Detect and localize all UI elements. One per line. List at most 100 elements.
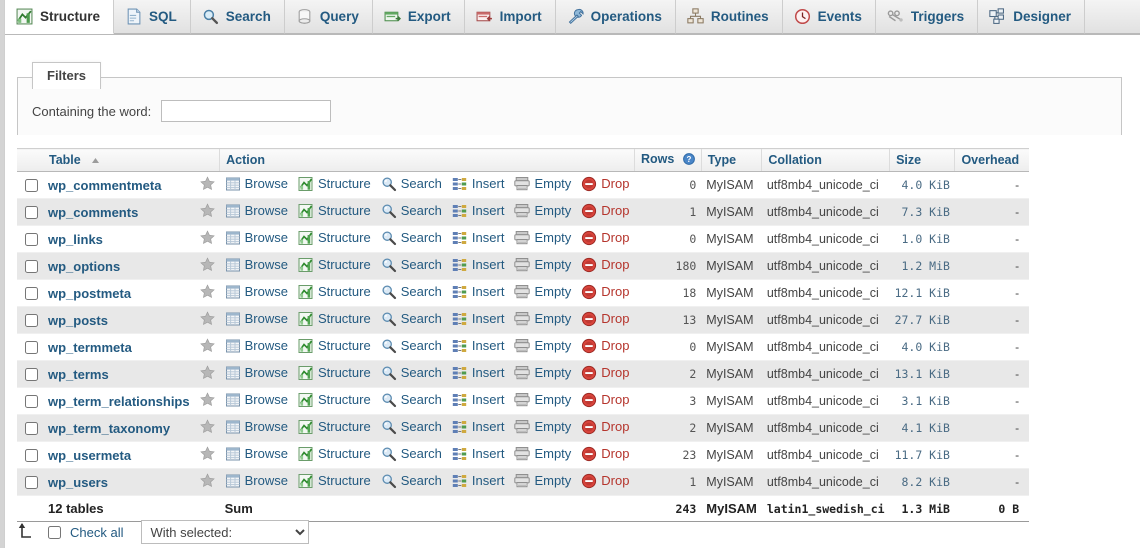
action-structure-link[interactable]: Structure	[298, 392, 371, 408]
table-name-link[interactable]: wp_links	[48, 232, 103, 247]
row-select-checkbox[interactable]	[25, 341, 38, 355]
action-empty-link[interactable]: Empty	[514, 392, 571, 408]
action-search-link[interactable]: Search	[381, 230, 442, 246]
action-insert-link[interactable]: Insert	[452, 311, 504, 327]
star-icon[interactable]	[199, 230, 215, 248]
action-drop-link[interactable]: Drop	[581, 311, 629, 327]
action-drop-link[interactable]: Drop	[581, 365, 629, 381]
action-search-link[interactable]: Search	[381, 284, 442, 300]
tab-operations[interactable]: Operations	[555, 0, 676, 34]
action-insert-link[interactable]: Insert	[452, 284, 504, 300]
action-search-link[interactable]: Search	[381, 446, 442, 462]
table-name-link[interactable]: wp_term_taxonomy	[48, 421, 170, 436]
action-browse-link[interactable]: Browse	[225, 392, 288, 408]
tab-routines[interactable]: Routines	[675, 0, 783, 34]
action-insert-link[interactable]: Insert	[452, 257, 504, 273]
tab-structure[interactable]: Structure	[5, 0, 115, 34]
action-structure-link[interactable]: Structure	[298, 203, 371, 219]
action-search-link[interactable]: Search	[381, 203, 442, 219]
action-browse-link[interactable]: Browse	[225, 230, 288, 246]
action-empty-link[interactable]: Empty	[514, 473, 571, 489]
row-select-checkbox[interactable]	[25, 260, 38, 274]
tab-events[interactable]: Events	[782, 0, 876, 34]
table-name-link[interactable]: wp_usermeta	[48, 448, 131, 463]
row-select-checkbox[interactable]	[25, 476, 38, 490]
action-structure-link[interactable]: Structure	[298, 365, 371, 381]
star-icon[interactable]	[199, 473, 215, 491]
table-name-link[interactable]: wp_commentmeta	[48, 178, 161, 193]
action-browse-link[interactable]: Browse	[225, 473, 288, 489]
star-icon[interactable]	[199, 284, 215, 302]
star-icon[interactable]	[199, 176, 215, 194]
with-selected-select[interactable]: With selected:	[141, 520, 310, 544]
action-insert-link[interactable]: Insert	[452, 365, 504, 381]
row-select-checkbox[interactable]	[25, 395, 38, 409]
action-search-link[interactable]: Search	[381, 392, 442, 408]
action-insert-link[interactable]: Insert	[452, 419, 504, 435]
table-name-link[interactable]: wp_posts	[48, 313, 108, 328]
action-empty-link[interactable]: Empty	[514, 446, 571, 462]
action-search-link[interactable]: Search	[381, 419, 442, 435]
action-insert-link[interactable]: Insert	[452, 473, 504, 489]
table-name-link[interactable]: wp_comments	[48, 205, 138, 220]
header-table[interactable]: Table	[43, 148, 195, 172]
tab-query[interactable]: Query	[284, 0, 373, 34]
row-select-checkbox[interactable]	[25, 179, 38, 193]
table-name-link[interactable]: wp_termmeta	[48, 340, 132, 355]
action-structure-link[interactable]: Structure	[298, 338, 371, 354]
header-rows[interactable]: Rows ?	[633, 148, 702, 172]
action-drop-link[interactable]: Drop	[581, 284, 629, 300]
action-search-link[interactable]: Search	[381, 311, 442, 327]
star-icon[interactable]	[199, 257, 215, 275]
action-drop-link[interactable]: Drop	[581, 446, 629, 462]
check-all-label[interactable]: Check all	[70, 525, 123, 540]
action-search-link[interactable]: Search	[381, 257, 442, 273]
action-browse-link[interactable]: Browse	[225, 311, 288, 327]
action-drop-link[interactable]: Drop	[581, 419, 629, 435]
containing-word-input[interactable]	[161, 100, 332, 122]
action-insert-link[interactable]: Insert	[452, 338, 504, 354]
tab-triggers[interactable]: Triggers	[875, 0, 979, 34]
action-browse-link[interactable]: Browse	[225, 257, 288, 273]
check-all-checkbox[interactable]	[48, 525, 61, 539]
action-empty-link[interactable]: Empty	[514, 338, 571, 354]
header-overhead[interactable]: Overhead	[954, 148, 1030, 172]
action-browse-link[interactable]: Browse	[225, 176, 288, 192]
action-insert-link[interactable]: Insert	[452, 446, 504, 462]
tab-designer[interactable]: Designer	[978, 0, 1085, 34]
row-select-checkbox[interactable]	[25, 368, 38, 382]
action-browse-link[interactable]: Browse	[225, 419, 288, 435]
action-search-link[interactable]: Search	[381, 473, 442, 489]
action-empty-link[interactable]: Empty	[514, 176, 571, 192]
tab-search[interactable]: Search	[190, 0, 285, 34]
table-name-link[interactable]: wp_terms	[48, 367, 109, 382]
star-icon[interactable]	[199, 392, 215, 410]
action-empty-link[interactable]: Empty	[514, 365, 571, 381]
action-structure-link[interactable]: Structure	[298, 473, 371, 489]
action-structure-link[interactable]: Structure	[298, 446, 371, 462]
action-empty-link[interactable]: Empty	[514, 203, 571, 219]
row-select-checkbox[interactable]	[25, 233, 38, 247]
action-drop-link[interactable]: Drop	[581, 230, 629, 246]
row-select-checkbox[interactable]	[25, 314, 38, 328]
action-structure-link[interactable]: Structure	[298, 284, 371, 300]
star-icon[interactable]	[199, 419, 215, 437]
action-drop-link[interactable]: Drop	[581, 257, 629, 273]
action-search-link[interactable]: Search	[381, 365, 442, 381]
tab-sql[interactable]: SQL	[114, 0, 191, 34]
row-select-checkbox[interactable]	[25, 287, 38, 301]
table-name-link[interactable]: wp_users	[48, 475, 108, 490]
table-name-link[interactable]: wp_term_relationships	[48, 394, 190, 409]
action-drop-link[interactable]: Drop	[581, 176, 629, 192]
row-select-checkbox[interactable]	[25, 449, 38, 463]
rows-help-icon[interactable]: ?	[682, 153, 695, 168]
tab-export[interactable]: Export	[372, 0, 465, 34]
action-empty-link[interactable]: Empty	[514, 230, 571, 246]
action-search-link[interactable]: Search	[381, 338, 442, 354]
action-structure-link[interactable]: Structure	[298, 176, 371, 192]
row-select-checkbox[interactable]	[25, 422, 38, 436]
header-collation[interactable]: Collation	[761, 148, 890, 172]
action-drop-link[interactable]: Drop	[581, 392, 629, 408]
action-structure-link[interactable]: Structure	[298, 419, 371, 435]
action-search-link[interactable]: Search	[381, 176, 442, 192]
